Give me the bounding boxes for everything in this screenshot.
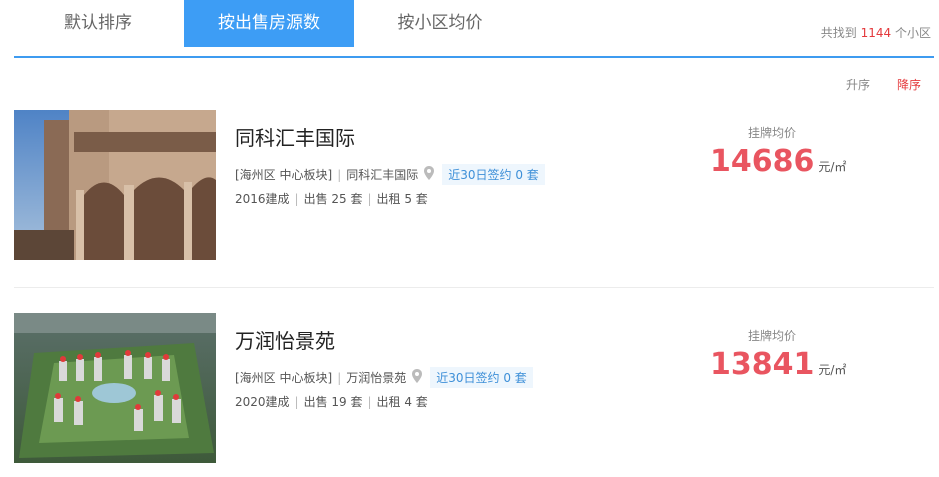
community-location: [海州区 中心板块] | 同科汇丰国际 近30日签约 0 套: [235, 164, 545, 185]
average-price: 14686 元/㎡: [710, 144, 846, 179]
price-value: 14686: [710, 144, 815, 179]
for-rent-count[interactable]: 出租 5 套: [377, 192, 428, 206]
tabs-underline: [14, 56, 934, 58]
separator: |: [294, 395, 299, 409]
district-label: [海州区 中心板块]: [235, 371, 333, 385]
sort-descending-link[interactable]: 降序: [897, 76, 921, 93]
for-rent-count[interactable]: 出租 4 套: [377, 395, 428, 409]
separator: |: [294, 192, 299, 206]
price-value: 13841: [710, 347, 815, 382]
price-label: 挂牌均价: [748, 329, 797, 343]
tab-sort-by-listings[interactable]: 按出售房源数: [184, 0, 354, 47]
built-year: 2016建成: [235, 192, 290, 206]
separator: |: [337, 370, 342, 385]
community-card: 同科汇丰国际 [海州区 中心板块] | 同科汇丰国际 近30日签约 0 套 20…: [14, 110, 934, 260]
price-unit: 元/㎡: [818, 160, 847, 174]
average-price: 13841 元/㎡: [710, 347, 846, 382]
separator: |: [337, 167, 342, 182]
price-unit: 元/㎡: [818, 363, 847, 377]
tab-default-sort[interactable]: 默认排序: [14, 0, 182, 47]
community-name[interactable]: 万润怡景苑: [235, 325, 335, 354]
for-sale-count[interactable]: 出售 19 套: [304, 395, 363, 409]
community-photo[interactable]: [14, 110, 216, 260]
price-label: 挂牌均价: [748, 126, 797, 140]
result-count-number: 1144: [860, 26, 892, 40]
community-stats: 2020建成 | 出售 19 套 | 出租 4 套: [235, 393, 428, 410]
map-pin-icon[interactable]: [424, 166, 435, 183]
map-pin-icon[interactable]: [412, 369, 423, 386]
built-year: 2020建成: [235, 395, 290, 409]
card-divider: [14, 287, 934, 288]
address-label: 同科汇丰国际: [346, 168, 419, 182]
community-photo[interactable]: [14, 313, 216, 463]
tab-sort-by-avg-price[interactable]: 按小区均价: [356, 0, 524, 47]
result-count: 共找到 1144 个小区: [821, 24, 931, 41]
community-stats: 2016建成 | 出售 25 套 | 出租 5 套: [235, 190, 428, 207]
recent-deals-badge: 近30日签约 0 套: [442, 164, 545, 185]
sort-ascending-link[interactable]: 升序: [846, 76, 870, 93]
community-location: [海州区 中心板块] | 万润怡景苑 近30日签约 0 套: [235, 367, 533, 388]
community-name[interactable]: 同科汇丰国际: [235, 122, 355, 151]
recent-deals-badge: 近30日签约 0 套: [430, 367, 533, 388]
address-label: 万润怡景苑: [346, 371, 407, 385]
result-count-suffix: 个小区: [894, 26, 931, 40]
community-card: 万润怡景苑 [海州区 中心板块] | 万润怡景苑 近30日签约 0 套 2020…: [14, 313, 934, 463]
district-label: [海州区 中心板块]: [235, 168, 333, 182]
result-count-prefix: 共找到: [820, 26, 857, 40]
separator: |: [367, 192, 372, 206]
separator: |: [367, 395, 372, 409]
for-sale-count[interactable]: 出售 25 套: [304, 192, 363, 206]
